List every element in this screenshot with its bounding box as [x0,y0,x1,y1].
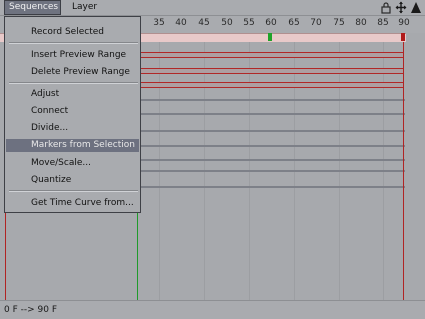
sequences-dropdown-menu: Record Selected Insert Preview Range Del… [4,16,141,213]
menu-item-move-scale[interactable]: Move/Scale... [6,157,139,170]
tick-label: 55 [243,18,255,28]
current-frame-marker[interactable] [268,33,272,41]
tick-label: 70 [310,18,322,28]
menu-separator [9,190,138,192]
tick-label: 50 [221,18,233,28]
frame-range-label: 0 F --> 90 F [4,305,58,315]
menu-item-record-selected[interactable]: Record Selected [6,26,139,39]
menu-item-delete-preview-range[interactable]: Delete Preview Range [6,66,139,79]
menu-item-insert-preview-range[interactable]: Insert Preview Range [6,49,139,62]
triangle-icon[interactable] [410,1,422,14]
tick-label: 75 [333,18,345,28]
current-frame-line [137,200,138,300]
tick-label: 60 [265,18,277,28]
menu-item-get-time-curve[interactable]: Get Time Curve from... [6,197,139,210]
menu-sequences[interactable]: Sequences [4,0,61,15]
tick-label: 65 [288,18,300,28]
menu-item-connect[interactable]: Connect [6,105,139,118]
menu-separator [9,42,138,44]
menu-item-markers-from-selection[interactable]: Markers from Selection [6,139,139,152]
menu-item-divide[interactable]: Divide... [6,122,139,135]
menu-layer[interactable]: Layer [68,0,101,15]
tick-label: 35 [153,18,165,28]
tick-label: 40 [175,18,187,28]
status-bar: 0 F --> 90 F [0,300,425,319]
menu-bar: Sequences Layer [0,0,425,16]
tick-label: 90 [398,18,410,28]
menu-separator [9,82,138,84]
end-frame-line [403,42,404,300]
end-frame-marker[interactable] [401,33,405,41]
menu-item-adjust[interactable]: Adjust [6,88,139,101]
lock-icon[interactable] [380,1,392,14]
timeline-window: Sequences Layer 35 40 45 50 55 60 65 70 … [0,0,425,319]
menu-item-quantize[interactable]: Quantize [6,174,139,187]
tick-label: 45 [198,18,210,28]
tick-label: 85 [377,18,389,28]
tick-label: 80 [355,18,367,28]
move-icon[interactable] [395,1,407,14]
